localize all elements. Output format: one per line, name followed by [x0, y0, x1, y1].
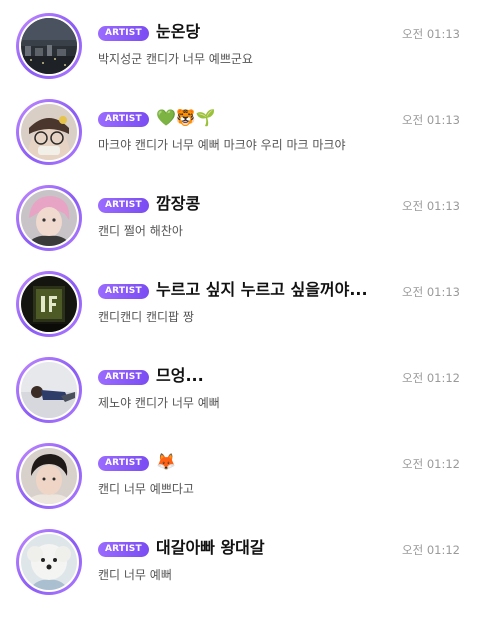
avatar-photo-stage-screen: [21, 276, 77, 332]
chat-row[interactable]: ARTIST 므엉... 오전 01:12 제노야 캔디가 너무 예뻐: [0, 357, 480, 443]
artist-badge: ARTIST: [98, 112, 149, 127]
chat-name: 므엉...: [156, 366, 204, 385]
chat-name: 대갈아빠 왕대갈: [156, 538, 265, 557]
chat-name: 깜장콩: [156, 194, 201, 213]
avatar-photo-person-glasses: [21, 104, 77, 160]
chat-time: 오전 01:12: [402, 371, 460, 385]
avatar-photo-lying-person: [21, 362, 77, 418]
avatar[interactable]: [16, 13, 82, 79]
artist-badge: ARTIST: [98, 542, 149, 557]
avatar[interactable]: [16, 99, 82, 165]
chat-message: 캔디캔디 캔디팝 짱: [98, 310, 194, 324]
artist-badge: ARTIST: [98, 26, 149, 41]
chat-time: 오전 01:13: [402, 113, 460, 127]
avatar[interactable]: [16, 529, 82, 595]
artist-badge: ARTIST: [98, 284, 149, 299]
avatar[interactable]: [16, 271, 82, 337]
chat-message: 제노야 캔디가 너무 예뻐: [98, 396, 220, 410]
chat-time: 오전 01:13: [402, 199, 460, 213]
avatar[interactable]: [16, 443, 82, 509]
chat-row[interactable]: ARTIST 깜장콩 오전 01:13 캔디 쩔어 해찬아: [0, 185, 480, 271]
artist-badge: ARTIST: [98, 370, 149, 385]
chat-name: 🦊: [156, 452, 176, 471]
chat-row[interactable]: ARTIST 💚🐯🌱 오전 01:13 마크야 캔디가 너무 예뻐 마크야 우리…: [0, 99, 480, 185]
chat-time: 오전 01:13: [402, 285, 460, 299]
artist-badge: ARTIST: [98, 456, 149, 471]
artist-badge: ARTIST: [98, 198, 149, 213]
avatar-photo-city-night: [21, 18, 77, 74]
chat-time: 오전 01:13: [402, 27, 460, 41]
chat-time: 오전 01:12: [402, 543, 460, 557]
chat-message: 마크야 캔디가 너무 예뻐 마크야 우리 마크 마크야: [98, 138, 346, 152]
avatar[interactable]: [16, 185, 82, 251]
chat-name: 💚🐯🌱: [156, 108, 216, 127]
chat-name: 누르고 싶지 누르고 싶을꺼야...: [156, 280, 368, 299]
avatar[interactable]: [16, 357, 82, 423]
chat-message: 캔디 너무 예뻐: [98, 568, 172, 582]
chat-time: 오전 01:12: [402, 457, 460, 471]
chat-message: 박지성군 캔디가 너무 예쁘군요: [98, 52, 253, 66]
chat-list: ARTIST 눈온당 오전 01:13 박지성군 캔디가 너무 예쁘군요 ART…: [0, 0, 480, 628]
chat-row[interactable]: ARTIST 대갈아빠 왕대갈 오전 01:12 캔디 너무 예뻐: [0, 529, 480, 615]
chat-message: 캔디 쩔어 해찬아: [98, 224, 183, 238]
chat-row[interactable]: ARTIST 🦊 오전 01:12 캔디 너무 예쁘다고: [0, 443, 480, 529]
chat-name: 눈온당: [156, 22, 201, 41]
avatar-photo-pink-hair: [21, 190, 77, 246]
chat-row[interactable]: ARTIST 누르고 싶지 누르고 싶을꺼야... 오전 01:13 캔디캔디 …: [0, 271, 480, 357]
chat-message: 캔디 너무 예쁘다고: [98, 482, 194, 496]
avatar-photo-white-dog: [21, 534, 77, 590]
avatar-photo-dark-hair: [21, 448, 77, 504]
chat-row[interactable]: ARTIST 눈온당 오전 01:13 박지성군 캔디가 너무 예쁘군요: [0, 13, 480, 99]
